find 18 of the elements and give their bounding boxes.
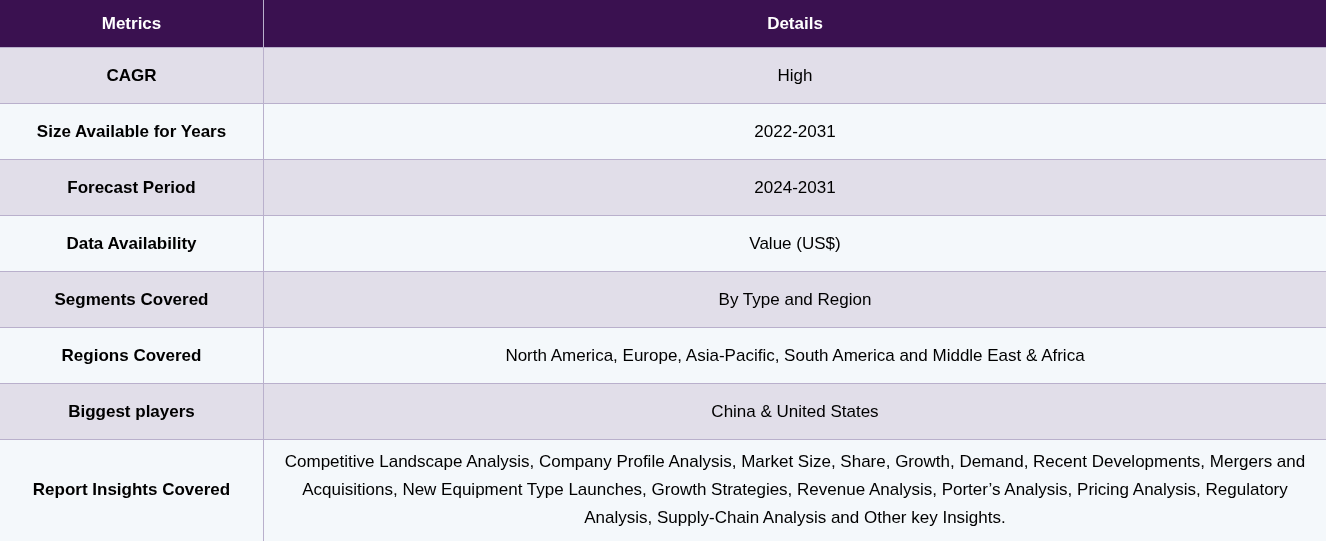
detail-cell-text: 2022-2031 xyxy=(753,120,837,143)
metric-cell: Data Availability xyxy=(0,216,264,271)
detail-cell-text: North America, Europe, Asia-Pacific, South America and Middle East & Africa xyxy=(504,344,1086,367)
detail-cell-text: By Type and Region xyxy=(717,288,873,311)
metric-cell: Segments Covered xyxy=(0,272,264,327)
detail-cell-text: China & United States xyxy=(710,400,880,423)
metric-cell: Size Available for Years xyxy=(0,104,264,159)
metric-cell: Biggest players xyxy=(0,384,264,439)
metric-cell: Regions Covered xyxy=(0,328,264,383)
metric-cell: Report Insights Covered xyxy=(0,440,264,541)
detail-cell-text: 2024-2031 xyxy=(753,176,837,199)
column-header: Details xyxy=(766,12,824,35)
detail-cell-text: Competitive Landscape Analysis, Company Profile Analysis, Market Size, Share, Growth, Demand, Recent Developments, Mergers and Acquisitions, New Equipment Type Launches, Growth Strategies, Revenue Analysis, Porter’s Analysis, Pricing Analysis, Regulatory Analysis, Supply-Chain Analysis and Other key Insights. xyxy=(283,451,1307,529)
metric-cell: Forecast Period xyxy=(0,160,264,215)
detail-cell-text: Value (US$) xyxy=(748,232,842,255)
detail-cell-text: High xyxy=(776,64,814,87)
column-header: Metrics xyxy=(0,0,264,47)
metric-cell: CAGR xyxy=(0,48,264,103)
